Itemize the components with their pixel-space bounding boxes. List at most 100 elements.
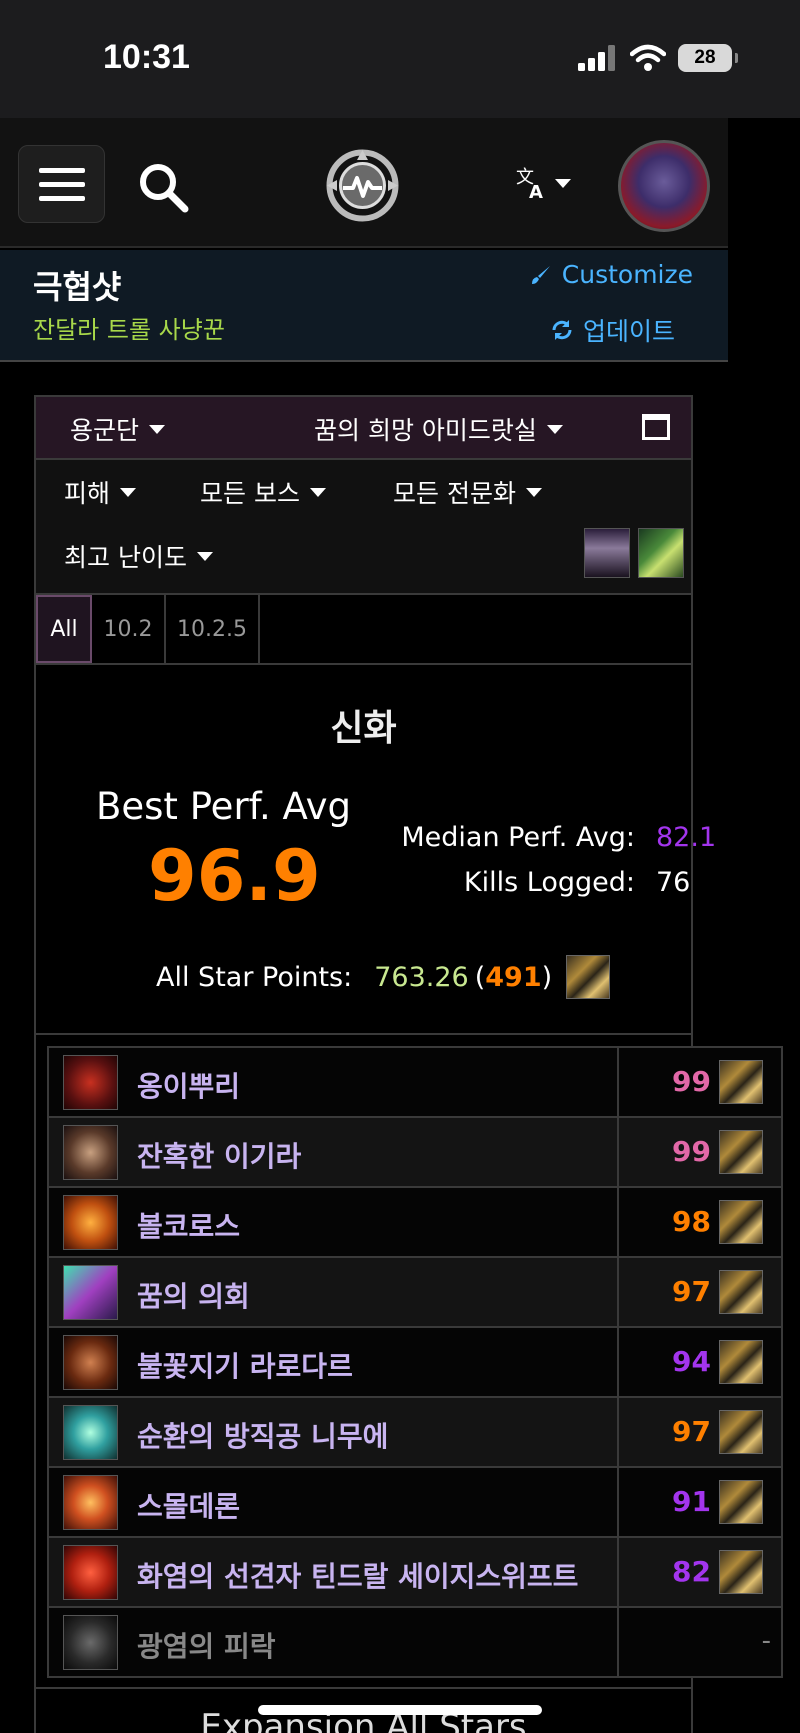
spec-dropdown[interactable]: 모든 전문화 [393, 474, 542, 510]
boss-label: 모든 보스 [200, 479, 300, 508]
best-perf-value: 96.9 [148, 835, 321, 917]
patch-tabs: All 10.2 10.2.5 [36, 595, 691, 665]
wifi-icon [630, 44, 666, 71]
chevron-down-icon [525, 487, 542, 497]
character-header: 극협샷 잔달라 트롤 사냥꾼 Customize 업데이트 [0, 250, 728, 362]
expansion-label: 용군단 [70, 416, 140, 445]
customize-button[interactable]: Customize [530, 260, 693, 289]
boss-portrait-icon [63, 1125, 118, 1180]
expansion-dropdown[interactable]: 용군단 [70, 411, 166, 447]
table-row[interactable]: 옹이뿌리 99 [49, 1048, 781, 1118]
spec-label: 모든 전문화 [393, 479, 516, 508]
difficulty-label: 최고 난이도 [64, 543, 187, 572]
best-perf-label: Best Perf. Avg [96, 785, 352, 828]
tab-all[interactable]: All [36, 595, 92, 663]
top-nav: 文 A [0, 118, 728, 248]
all-star-rank: 491 [485, 961, 542, 993]
search-icon[interactable] [138, 162, 190, 214]
boss-portrait-icon [63, 1195, 118, 1250]
boss-portrait-icon [63, 1335, 118, 1390]
brush-icon [531, 265, 550, 284]
table-row[interactable]: 꿈의 의회 97 [49, 1258, 781, 1328]
table-row[interactable]: 볼코로스 98 [49, 1188, 781, 1258]
chevron-down-icon [555, 178, 571, 188]
boss-score: 99 [672, 1065, 711, 1098]
refresh-icon [552, 320, 572, 340]
update-button[interactable]: 업데이트 [551, 312, 675, 348]
character-subtitle: 잔달라 트롤 사냥꾼 [33, 316, 225, 344]
battery-indicator: 28 [678, 44, 738, 72]
maximize-icon[interactable] [642, 414, 670, 440]
boss-score: 97 [672, 1415, 711, 1448]
boss-dropdown[interactable]: 모든 보스 [200, 474, 326, 510]
menu-button[interactable] [18, 145, 105, 223]
boss-name: 화염의 선견자 틴드랄 세이지스위프트 [137, 1560, 579, 1593]
hunter-spec-icon[interactable] [719, 1270, 763, 1314]
hunter-spec-icon[interactable] [719, 1200, 763, 1244]
filter-row-primary: 용군단 꿈의 희망 아미드랏실 [36, 397, 691, 460]
boss-score: 97 [672, 1275, 711, 1308]
all-star-label: All Star Points: [156, 961, 353, 993]
chevron-down-icon [149, 424, 166, 434]
avatar[interactable] [618, 140, 710, 232]
raid-dropdown[interactable]: 꿈의 희망 아미드랏실 [314, 411, 563, 447]
boss-portrait-icon [63, 1265, 118, 1320]
raid-label: 꿈의 희망 아미드랏실 [314, 416, 537, 445]
character-name: 극협샷 [33, 268, 122, 306]
table-row[interactable]: 불꽃지기 라로다르 94 [49, 1328, 781, 1398]
chevron-down-icon [196, 551, 213, 561]
difficulty-dropdown[interactable]: 최고 난이도 [64, 538, 213, 574]
boss-portrait-icon [63, 1055, 118, 1110]
chevron-down-icon [120, 487, 137, 497]
site-logo-icon[interactable] [325, 148, 400, 223]
boss-score: 91 [672, 1485, 711, 1518]
customize-label: Customize [561, 260, 693, 289]
kills-logged-value: 76 [656, 867, 691, 898]
boss-name: 볼코로스 [137, 1210, 241, 1243]
chevron-down-icon [546, 424, 563, 434]
hunter-spec-icon[interactable] [719, 1480, 763, 1524]
boss-name: 광염의 피락 [137, 1630, 276, 1663]
boss-portrait-icon [63, 1475, 118, 1530]
boss-name: 잔혹한 이기라 [137, 1140, 302, 1173]
tab-10-2-5[interactable]: 10.2.5 [166, 595, 260, 663]
median-perf-label: Median Perf. Avg: [401, 822, 635, 853]
chevron-down-icon [309, 487, 326, 497]
table-row[interactable]: 스몰데론 91 [49, 1468, 781, 1538]
boss-portrait-icon [63, 1545, 118, 1600]
table-row[interactable]: 화염의 선견자 틴드랄 세이지스위프트 82 [49, 1538, 781, 1608]
hunter-spec-icon[interactable] [719, 1410, 763, 1454]
all-star-points: All Star Points: 763.26 ( 491 ) [156, 955, 611, 999]
hunter-spec-icon[interactable] [719, 1130, 763, 1174]
kills-logged-label: Kills Logged: [463, 867, 635, 898]
boss-name: 스몰데론 [137, 1490, 241, 1523]
boss-portrait-icon [63, 1615, 118, 1670]
boss-score: - [761, 1626, 771, 1656]
boss-score: 82 [672, 1555, 711, 1588]
boss-name: 옹이뿌리 [137, 1070, 241, 1103]
raid-partition-icon[interactable] [584, 528, 630, 578]
hunter-spec-icon[interactable] [719, 1550, 763, 1594]
hamburger-icon [38, 167, 85, 173]
status-bar: 10:31 28 [0, 0, 800, 118]
key-icon[interactable] [638, 528, 684, 578]
boss-score: 98 [672, 1205, 711, 1238]
table-row[interactable]: 잔혹한 이기라 99 [49, 1118, 781, 1188]
hunter-spec-icon[interactable] [719, 1340, 763, 1384]
tab-10-2[interactable]: 10.2 [92, 595, 166, 663]
metric-label: 피해 [64, 479, 111, 508]
boss-portrait-icon [63, 1405, 118, 1460]
language-button[interactable]: 文 A [515, 166, 571, 200]
hunter-spec-icon[interactable] [719, 1060, 763, 1104]
update-label: 업데이트 [582, 317, 675, 346]
hunter-spec-icon[interactable] [566, 955, 611, 999]
table-row[interactable]: 순환의 방직공 니무에 97 [49, 1398, 781, 1468]
boss-score: 99 [672, 1135, 711, 1168]
boss-score: 94 [672, 1345, 711, 1378]
boss-name: 순환의 방직공 니무에 [137, 1420, 389, 1453]
filter-row-secondary: 피해 모든 보스 모든 전문화 최고 난이도 [36, 460, 691, 595]
metric-dropdown[interactable]: 피해 [64, 474, 137, 510]
boss-name: 꿈의 의회 [137, 1280, 250, 1313]
table-row[interactable]: 광염의 피락 - [49, 1608, 781, 1678]
home-indicator[interactable] [258, 1705, 542, 1715]
